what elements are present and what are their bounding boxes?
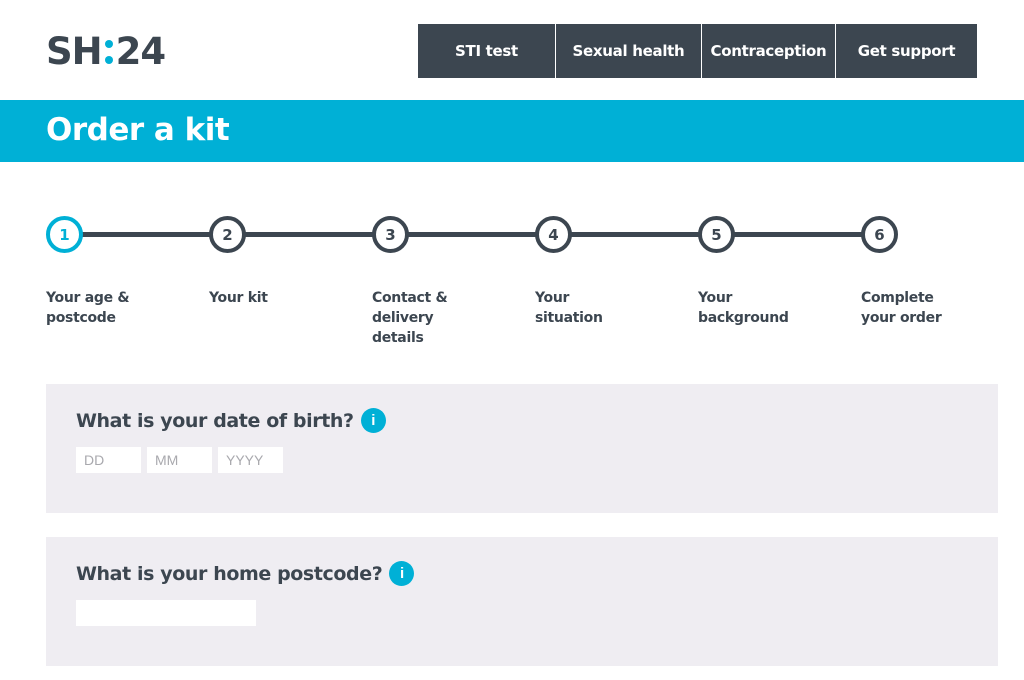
step-2: 2 Your kit <box>209 216 349 308</box>
step-label: Complete your order <box>861 290 942 326</box>
nav-sti-test[interactable]: STI test <box>418 24 556 78</box>
dob-day-input[interactable] <box>76 447 141 473</box>
main-nav: STI test Sexual health Contraception Get… <box>418 24 977 78</box>
dob-year-input[interactable] <box>218 447 283 473</box>
step-6: 6 Complete your order <box>861 216 1001 328</box>
step-circle: 6 <box>861 216 898 253</box>
nav-get-support[interactable]: Get support <box>836 24 977 78</box>
nav-contraception[interactable]: Contraception <box>702 24 836 78</box>
logo-text-left: SH <box>46 30 103 73</box>
step-circle: 1 <box>46 216 83 253</box>
postcode-question: What is your home postcode? <box>76 562 383 585</box>
dob-month-input[interactable] <box>147 447 212 473</box>
dob-fields <box>76 447 283 473</box>
step-label: Your age & postcode <box>46 290 130 326</box>
step-circle: 5 <box>698 216 735 253</box>
step-label: Your situation <box>535 290 603 326</box>
step-circle: 4 <box>535 216 572 253</box>
step-label: Your background <box>698 290 789 326</box>
info-icon[interactable]: i <box>360 408 386 433</box>
logo-colon-icon <box>104 37 113 67</box>
sh24-logo[interactable]: SH 24 <box>46 30 166 73</box>
step-circle: 2 <box>209 216 246 253</box>
dob-panel: What is your date of birth? i <box>46 384 998 513</box>
postcode-input[interactable] <box>76 600 256 626</box>
step-4: 4 Your situation <box>535 216 675 328</box>
step-3: 3 Contact & delivery details <box>372 216 512 348</box>
step-circle: 3 <box>372 216 409 253</box>
nav-sexual-health[interactable]: Sexual health <box>556 24 702 78</box>
dob-question: What is your date of birth? <box>76 409 354 432</box>
step-label: Your kit <box>209 290 268 306</box>
logo-text-right: 24 <box>115 30 166 73</box>
step-1: 1 Your age & postcode <box>46 216 186 328</box>
page-banner: Order a kit <box>0 100 1024 162</box>
progress-stepper: 1 Your age & postcode 2 Your kit 3 Conta… <box>46 216 942 356</box>
postcode-panel: What is your home postcode? i <box>46 537 998 666</box>
info-icon[interactable]: i <box>389 561 415 586</box>
page-title: Order a kit <box>46 112 230 148</box>
step-5: 5 Your background <box>698 216 838 328</box>
step-label: Contact & delivery details <box>372 290 448 346</box>
